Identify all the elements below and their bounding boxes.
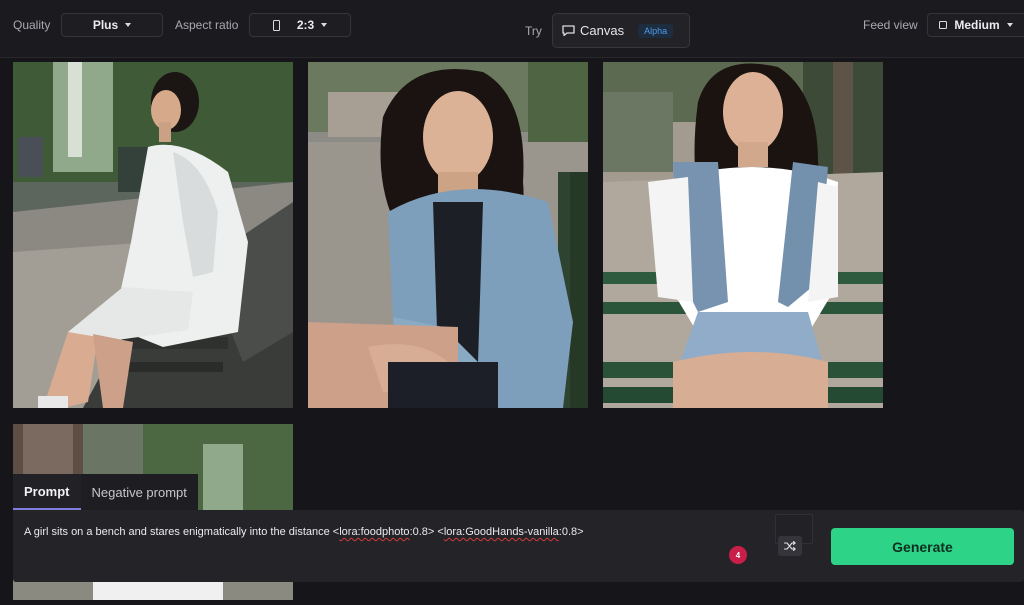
canvas-button[interactable]: Canvas Alpha [552,13,690,48]
feed-view-select[interactable]: Medium [927,13,1024,37]
chevron-down-icon [321,23,328,27]
square-icon [939,21,948,29]
aspect-ratio-value: 2:3 [296,18,315,32]
count-badge: 4 [729,546,747,564]
alpha-badge: Alpha [638,23,674,38]
lora-tag-foodphoto: lora:foodphoto [339,526,410,538]
prompt-tabs: Prompt Negative prompt [13,474,198,510]
prompt-input[interactable]: A girl sits on a bench and stares enigma… [13,510,1024,582]
generated-image-3[interactable] [603,62,883,408]
tab-negative-prompt[interactable]: Negative prompt [80,474,198,510]
prompt-text-mid: :0.8> < [409,526,444,538]
top-toolbar: Quality Plus Aspect ratio 2:3 Try Canvas… [0,0,1024,58]
feed-view-value: Medium [954,18,1000,32]
canvas-label: Canvas [580,23,625,38]
chevron-down-icon [1006,23,1013,27]
generate-button[interactable]: Generate [831,528,1014,565]
image-girl-denim-jacket [308,62,588,408]
image-girl-white-shirt [13,62,293,408]
portrait-ratio-icon [272,19,280,31]
prompt-text-end: :0.8> [558,526,584,538]
shuffle-button[interactable] [778,536,802,556]
quality-value: Plus [92,18,119,32]
feed-view-label: Feed view [863,18,918,32]
prompt-text: A girl sits on a bench and stares enigma… [24,526,584,538]
prompt-text-main: A girl sits on a bench and stares enigma… [24,526,340,538]
try-label: Try [525,24,542,38]
aspect-ratio-select[interactable]: 2:3 [249,13,351,37]
shuffle-icon [784,541,796,551]
chat-canvas-icon [562,25,575,36]
aspect-ratio-label: Aspect ratio [175,18,239,32]
lora-tag-goodhands: lora:GoodHands-vanilla [443,526,559,538]
chevron-down-icon [125,23,132,27]
prompt-panel: Prompt Negative prompt A girl sits on a … [13,474,1024,582]
generated-image-2[interactable] [308,62,588,408]
quality-label: Quality [13,18,51,32]
tab-prompt[interactable]: Prompt [13,474,81,510]
image-girl-denim-vest [603,62,883,408]
quality-select[interactable]: Plus [61,13,163,37]
generated-image-1[interactable] [13,62,293,408]
